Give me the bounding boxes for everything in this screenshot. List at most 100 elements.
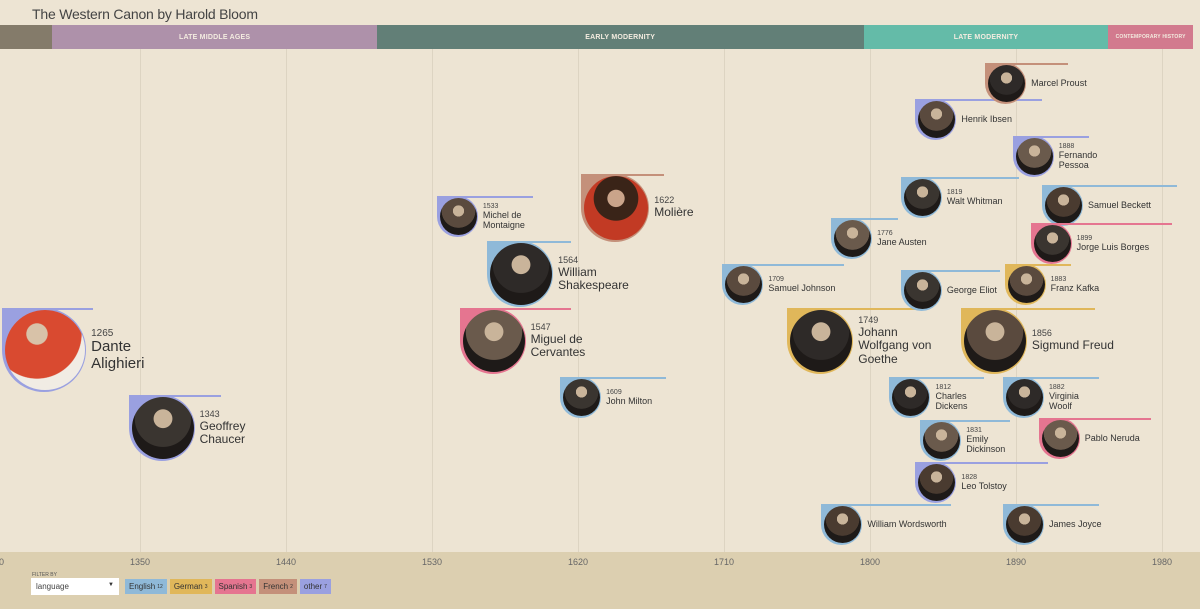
author-marker[interactable]: George Eliot: [900, 270, 1000, 311]
legend-label: English: [129, 582, 156, 591]
author-marker[interactable]: Marcel Proust: [985, 63, 1087, 104]
author-portrait[interactable]: [462, 310, 525, 372]
author-marker[interactable]: 1265 Dante Alighieri: [2, 308, 144, 392]
legend-label: Spanish: [218, 582, 248, 591]
author-birth-year: 1883: [1050, 275, 1067, 283]
author-marker[interactable]: 1819 Walt Whitman: [900, 177, 1020, 218]
legend-label: German: [173, 582, 203, 591]
author-marker[interactable]: 1899 Jorge Luis Borges: [1030, 223, 1172, 264]
author-portrait[interactable]: [988, 65, 1026, 102]
author-marker[interactable]: 1533 Michel de Montaigne: [436, 196, 533, 237]
author-name: Cervantes: [530, 344, 586, 359]
x-tick-label: 1350: [129, 557, 151, 567]
legend-count: 7: [324, 583, 327, 590]
author-birth-year: 1776: [877, 229, 893, 237]
author-marker[interactable]: Samuel Beckett: [1041, 185, 1177, 226]
period-band[interactable]: Early Modernity: [376, 25, 864, 49]
author-marker[interactable]: 1749 Johann Wolfgang von Goethe: [787, 308, 931, 374]
author-marker[interactable]: 1882 Virginia Woolf: [1003, 377, 1099, 418]
author-portrait[interactable]: [1044, 187, 1082, 224]
author-portrait[interactable]: [1006, 506, 1044, 543]
author-marker[interactable]: 1564 William Shakespeare: [487, 241, 629, 307]
author-birth-year: 1709: [768, 275, 784, 283]
period-band[interactable]: [0, 25, 53, 49]
author-marker[interactable]: 1856 Sigmund Freud: [960, 308, 1114, 374]
author-marker[interactable]: James Joyce: [1003, 504, 1102, 545]
author-portrait[interactable]: [1006, 379, 1044, 416]
legend-chip-french[interactable]: French 2: [259, 579, 297, 594]
author-marker[interactable]: Henrik Ibsen: [915, 99, 1042, 140]
author-name: Fernando: [1058, 150, 1098, 161]
author-marker[interactable]: 1709 Samuel Johnson: [722, 264, 845, 305]
legend-count: 2: [290, 583, 293, 590]
page-title: The Western Canon by Harold Bloom: [32, 6, 258, 22]
author-marker[interactable]: 1622 Molière: [581, 174, 694, 242]
filter-select[interactable]: language ▼: [31, 578, 119, 595]
author-marker[interactable]: William Wordsworth: [821, 504, 952, 545]
author-birth-year: 1812: [935, 383, 952, 391]
legend-count: 3: [249, 583, 253, 590]
author-marker[interactable]: 1888 Fernando Pessoa: [1012, 136, 1097, 177]
author-birth-year: 1831: [966, 426, 982, 434]
author-portrait[interactable]: [834, 220, 872, 257]
legend-chip-german[interactable]: German 3: [169, 579, 212, 594]
author-portrait[interactable]: [1041, 420, 1079, 457]
author-info: 1883 Franz Kafka: [1051, 264, 1100, 305]
author-info: 1749 Johann Wolfgang von Goethe: [858, 308, 931, 374]
author-marker[interactable]: 1831 Emily Dickinson: [920, 420, 1010, 461]
author-marker[interactable]: 1812 Charles Dickens: [889, 377, 984, 418]
author-name: William Wordsworth: [867, 519, 947, 530]
gridline: [286, 49, 287, 552]
dropdown-arrow-icon: ▼: [108, 582, 114, 588]
author-marker[interactable]: 1828 Leo Tolstoy: [915, 462, 1049, 503]
author-marker[interactable]: 1547 Miguel de Cervantes: [459, 308, 585, 374]
author-info: George Eliot: [947, 270, 997, 311]
author-portrait[interactable]: [490, 243, 553, 305]
author-portrait[interactable]: [963, 310, 1026, 372]
author-marker[interactable]: 1343 Geoffrey Chaucer: [128, 395, 245, 461]
author-name: Jorge Luis Borges: [1076, 242, 1150, 253]
author-marker[interactable]: 1609 John Milton: [560, 377, 666, 418]
author-name: Charles: [935, 391, 967, 402]
period-bands: Late Middle Ages Early Modernity Late Mode…: [0, 25, 1200, 49]
author-portrait[interactable]: [903, 272, 941, 309]
author-portrait[interactable]: [5, 310, 86, 390]
gridline: [1162, 49, 1163, 552]
author-portrait[interactable]: [1007, 266, 1045, 303]
x-tick-label: 1800: [859, 557, 881, 567]
x-tick-label: 1530: [421, 557, 443, 567]
author-portrait[interactable]: [563, 379, 601, 416]
period-band[interactable]: Late Middle Ages: [52, 25, 377, 49]
author-portrait[interactable]: [439, 198, 477, 235]
author-portrait[interactable]: [790, 310, 853, 372]
x-tick-label: 1980: [1151, 557, 1173, 567]
author-portrait[interactable]: [584, 176, 649, 240]
legend-label: French: [263, 582, 289, 591]
author-name: Henrik Ibsen: [961, 114, 1012, 125]
author-name: Leo Tolstoy: [961, 481, 1007, 492]
author-name: Pessoa: [1058, 160, 1089, 171]
period-band[interactable]: Contemporary History: [1108, 25, 1193, 49]
period-label: Late Modernity: [953, 33, 1019, 41]
author-birth-year: 1819: [946, 188, 963, 196]
author-marker[interactable]: Pablo Neruda: [1038, 418, 1151, 459]
period-band[interactable]: Late Modernity: [863, 25, 1109, 49]
legend-chip-english[interactable]: English 12: [125, 579, 167, 594]
author-portrait[interactable]: [131, 397, 194, 459]
author-info: 1547 Miguel de Cervantes: [531, 308, 586, 374]
legend-chip-spanish[interactable]: Spanish 3: [214, 579, 257, 594]
author-name: Shakespeare: [558, 277, 629, 292]
author-marker[interactable]: 1776 Jane Austen: [831, 218, 927, 259]
author-portrait[interactable]: [903, 179, 941, 216]
author-portrait[interactable]: [1033, 225, 1071, 262]
author-name: Miguel de: [530, 331, 583, 346]
author-marker[interactable]: 1883 Franz Kafka: [1004, 264, 1099, 305]
author-portrait[interactable]: [1015, 138, 1053, 175]
legend-chip-other[interactable]: other 7: [299, 579, 331, 594]
x-tick-label: 1890: [1005, 557, 1027, 567]
author-info: 1564 William Shakespeare: [558, 241, 629, 307]
author-info: 1812 Charles Dickens: [935, 377, 967, 418]
author-portrait[interactable]: [923, 422, 961, 459]
author-birth-year: 1882: [1049, 383, 1065, 391]
author-name: Johann: [858, 324, 898, 339]
